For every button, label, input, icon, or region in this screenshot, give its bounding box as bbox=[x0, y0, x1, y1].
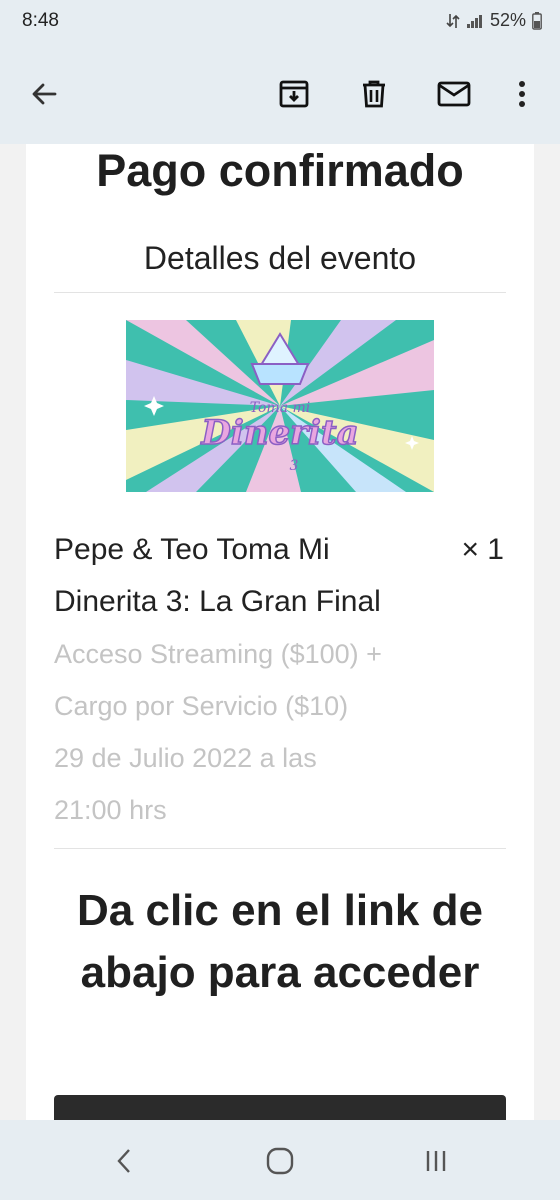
data-transfer-icon bbox=[446, 12, 460, 30]
status-bar: 8:48 52% bbox=[0, 0, 560, 48]
app-bar bbox=[0, 48, 560, 144]
system-nav-bar bbox=[0, 1120, 560, 1200]
detail-line: Acceso Streaming ($100) + bbox=[54, 639, 382, 669]
detail-line: Cargo por Servicio ($10) bbox=[54, 691, 349, 721]
back-arrow-icon[interactable] bbox=[20, 70, 68, 118]
cta-heading: Da clic en el link de abajo para acceder bbox=[77, 886, 483, 997]
divider bbox=[54, 848, 506, 849]
detail-line: 21:00 hrs bbox=[54, 795, 167, 825]
email-headline: Pago confirmado bbox=[96, 145, 464, 196]
event-item-name: Pepe & Teo Toma Mi Dinerita 3: La Gran F… bbox=[54, 533, 381, 618]
more-options-icon[interactable] bbox=[498, 70, 546, 118]
status-time: 8:48 bbox=[22, 10, 59, 31]
access-link-button[interactable] bbox=[54, 1095, 506, 1120]
email-body: Pago confirmado Detalles del evento Toma… bbox=[26, 144, 534, 1120]
archive-icon[interactable] bbox=[270, 70, 318, 118]
event-banner-image: Toma mi Dinerita 3 bbox=[126, 320, 434, 492]
detail-line: 29 de Julio 2022 a las bbox=[54, 743, 317, 773]
signal-icon bbox=[466, 13, 484, 29]
recents-icon[interactable] bbox=[406, 1136, 466, 1186]
delete-icon[interactable] bbox=[350, 70, 398, 118]
status-indicators: 52% bbox=[446, 10, 542, 31]
mark-unread-icon[interactable] bbox=[430, 70, 478, 118]
divider bbox=[54, 292, 506, 293]
battery-icon bbox=[532, 11, 542, 30]
battery-text: 52% bbox=[489, 10, 526, 30]
event-item-details: Acceso Streaming ($100) + Cargo por Serv… bbox=[54, 628, 474, 836]
event-item-quantity: × 1 bbox=[461, 533, 504, 566]
event-details-title: Detalles del evento bbox=[143, 240, 417, 276]
banner-logo-main: Dinerita bbox=[200, 413, 358, 453]
home-icon[interactable] bbox=[250, 1136, 310, 1186]
banner-logo-number: 3 bbox=[290, 458, 299, 474]
back-icon[interactable] bbox=[94, 1136, 154, 1186]
